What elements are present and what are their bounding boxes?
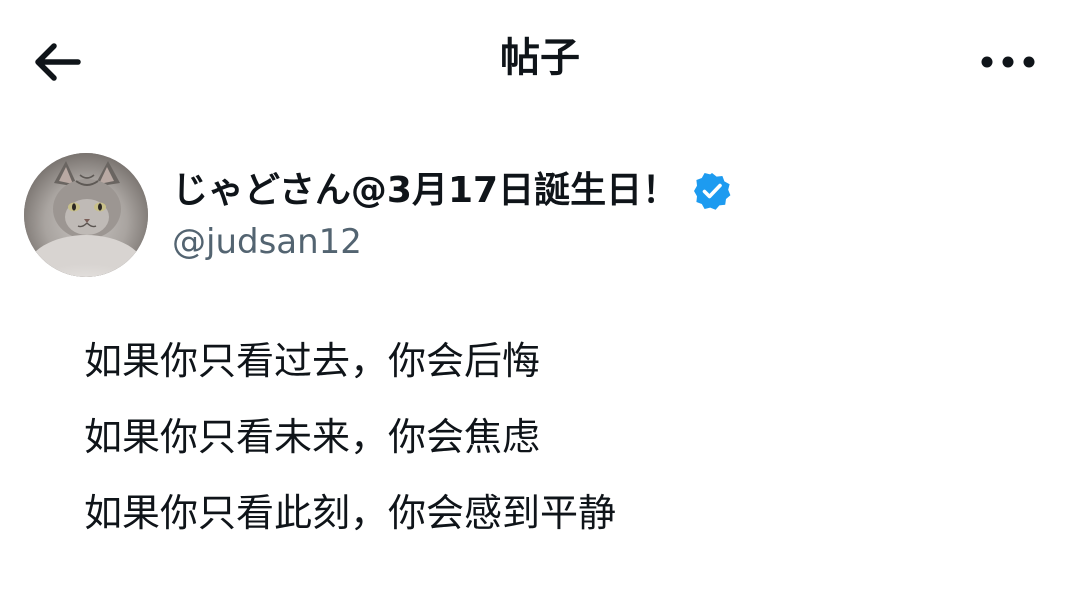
display-name[interactable]: じゃどさん@3月17日誕生日！ (172, 163, 678, 219)
page-title: 帖子 (500, 35, 580, 81)
avatar[interactable] (24, 153, 148, 277)
post-line: 如果你只看过去，你会后悔 (84, 339, 541, 383)
verified-badge-icon (692, 171, 732, 211)
display-name-row: じゃどさん@3月17日誕生日！ (172, 163, 732, 219)
post-line: 如果你只看此刻，你会感到平静 (84, 491, 617, 535)
cat-avatar-image (24, 153, 148, 277)
user-handle[interactable]: @judsan12 (172, 217, 362, 267)
post-text: 如果你只看过去，你会后悔 如果你只看未来，你会焦虑 如果你只看此刻，你会感到平静 (84, 323, 1044, 551)
post-author: じゃどさん@3月17日誕生日！ @judsan12 (24, 153, 1024, 277)
more-options-button[interactable] (976, 30, 1040, 94)
post-line: 如果你只看未来，你会焦虑 (84, 415, 541, 459)
top-bar: 帖子 (0, 0, 1080, 120)
more-horizontal-icon (981, 56, 1035, 68)
